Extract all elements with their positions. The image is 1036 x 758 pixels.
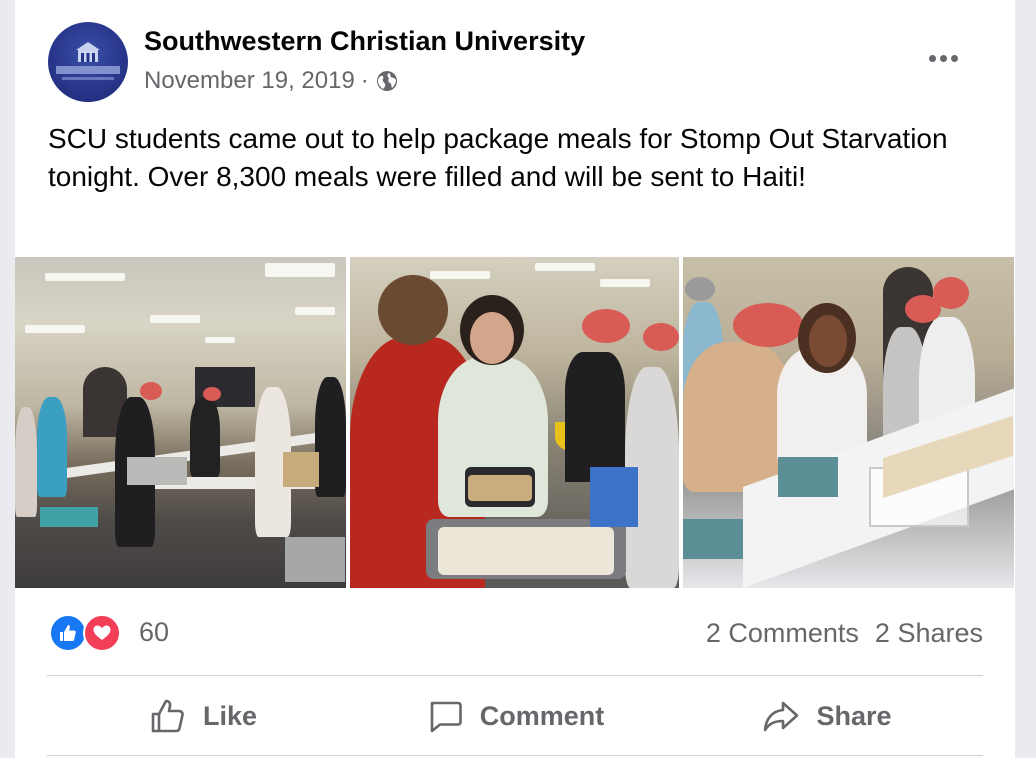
- photo-1[interactable]: [15, 257, 346, 588]
- more-dot: [940, 54, 947, 62]
- photo-3[interactable]: [683, 257, 1014, 588]
- more-dot: [929, 54, 936, 62]
- page-name-link[interactable]: Southwestern Christian University: [144, 26, 585, 57]
- university-logo-icon: [76, 42, 100, 62]
- logo-subbanner: [62, 77, 114, 80]
- post-card: Southwestern Christian University Novemb…: [15, 0, 1015, 758]
- logo-banner: [56, 66, 120, 74]
- engagement-stats: 2 Comments 2 Shares: [706, 618, 983, 649]
- post-text: SCU students came out to help package me…: [48, 123, 948, 192]
- thumbs-up-icon: [151, 699, 184, 733]
- reaction-count[interactable]: 60: [139, 617, 169, 648]
- photo-2[interactable]: [350, 257, 679, 588]
- love-icon: [83, 614, 121, 652]
- share-label: Share: [816, 700, 892, 731]
- comment-label: Comment: [479, 700, 605, 731]
- post-stats: 60 2 Comments 2 Shares: [15, 588, 1015, 676]
- comments-count-link[interactable]: 2 Comments: [706, 618, 859, 649]
- more-dot: [951, 54, 958, 62]
- shares-count-link[interactable]: 2 Shares: [875, 618, 983, 649]
- like-button[interactable]: Like: [47, 676, 359, 756]
- like-icon: [49, 614, 87, 652]
- comment-bubble-icon: [430, 701, 462, 733]
- share-arrow-icon: [764, 701, 799, 732]
- like-label: Like: [202, 700, 258, 731]
- page-avatar[interactable]: [48, 22, 128, 102]
- meta-separator: ·: [360, 67, 369, 94]
- post-meta: November 19, 2019 ·: [144, 67, 399, 95]
- post-date[interactable]: November 19, 2019: [144, 67, 355, 95]
- actions-divider-bottom: [47, 755, 983, 756]
- photo-grid: [15, 257, 1015, 588]
- share-button[interactable]: Share: [671, 676, 983, 756]
- post-actions: Like Comment Share: [47, 676, 983, 756]
- more-options-button[interactable]: [929, 48, 969, 68]
- reaction-icons[interactable]: [49, 614, 129, 652]
- comment-button[interactable]: Comment: [359, 676, 671, 756]
- globe-icon[interactable]: [375, 69, 399, 93]
